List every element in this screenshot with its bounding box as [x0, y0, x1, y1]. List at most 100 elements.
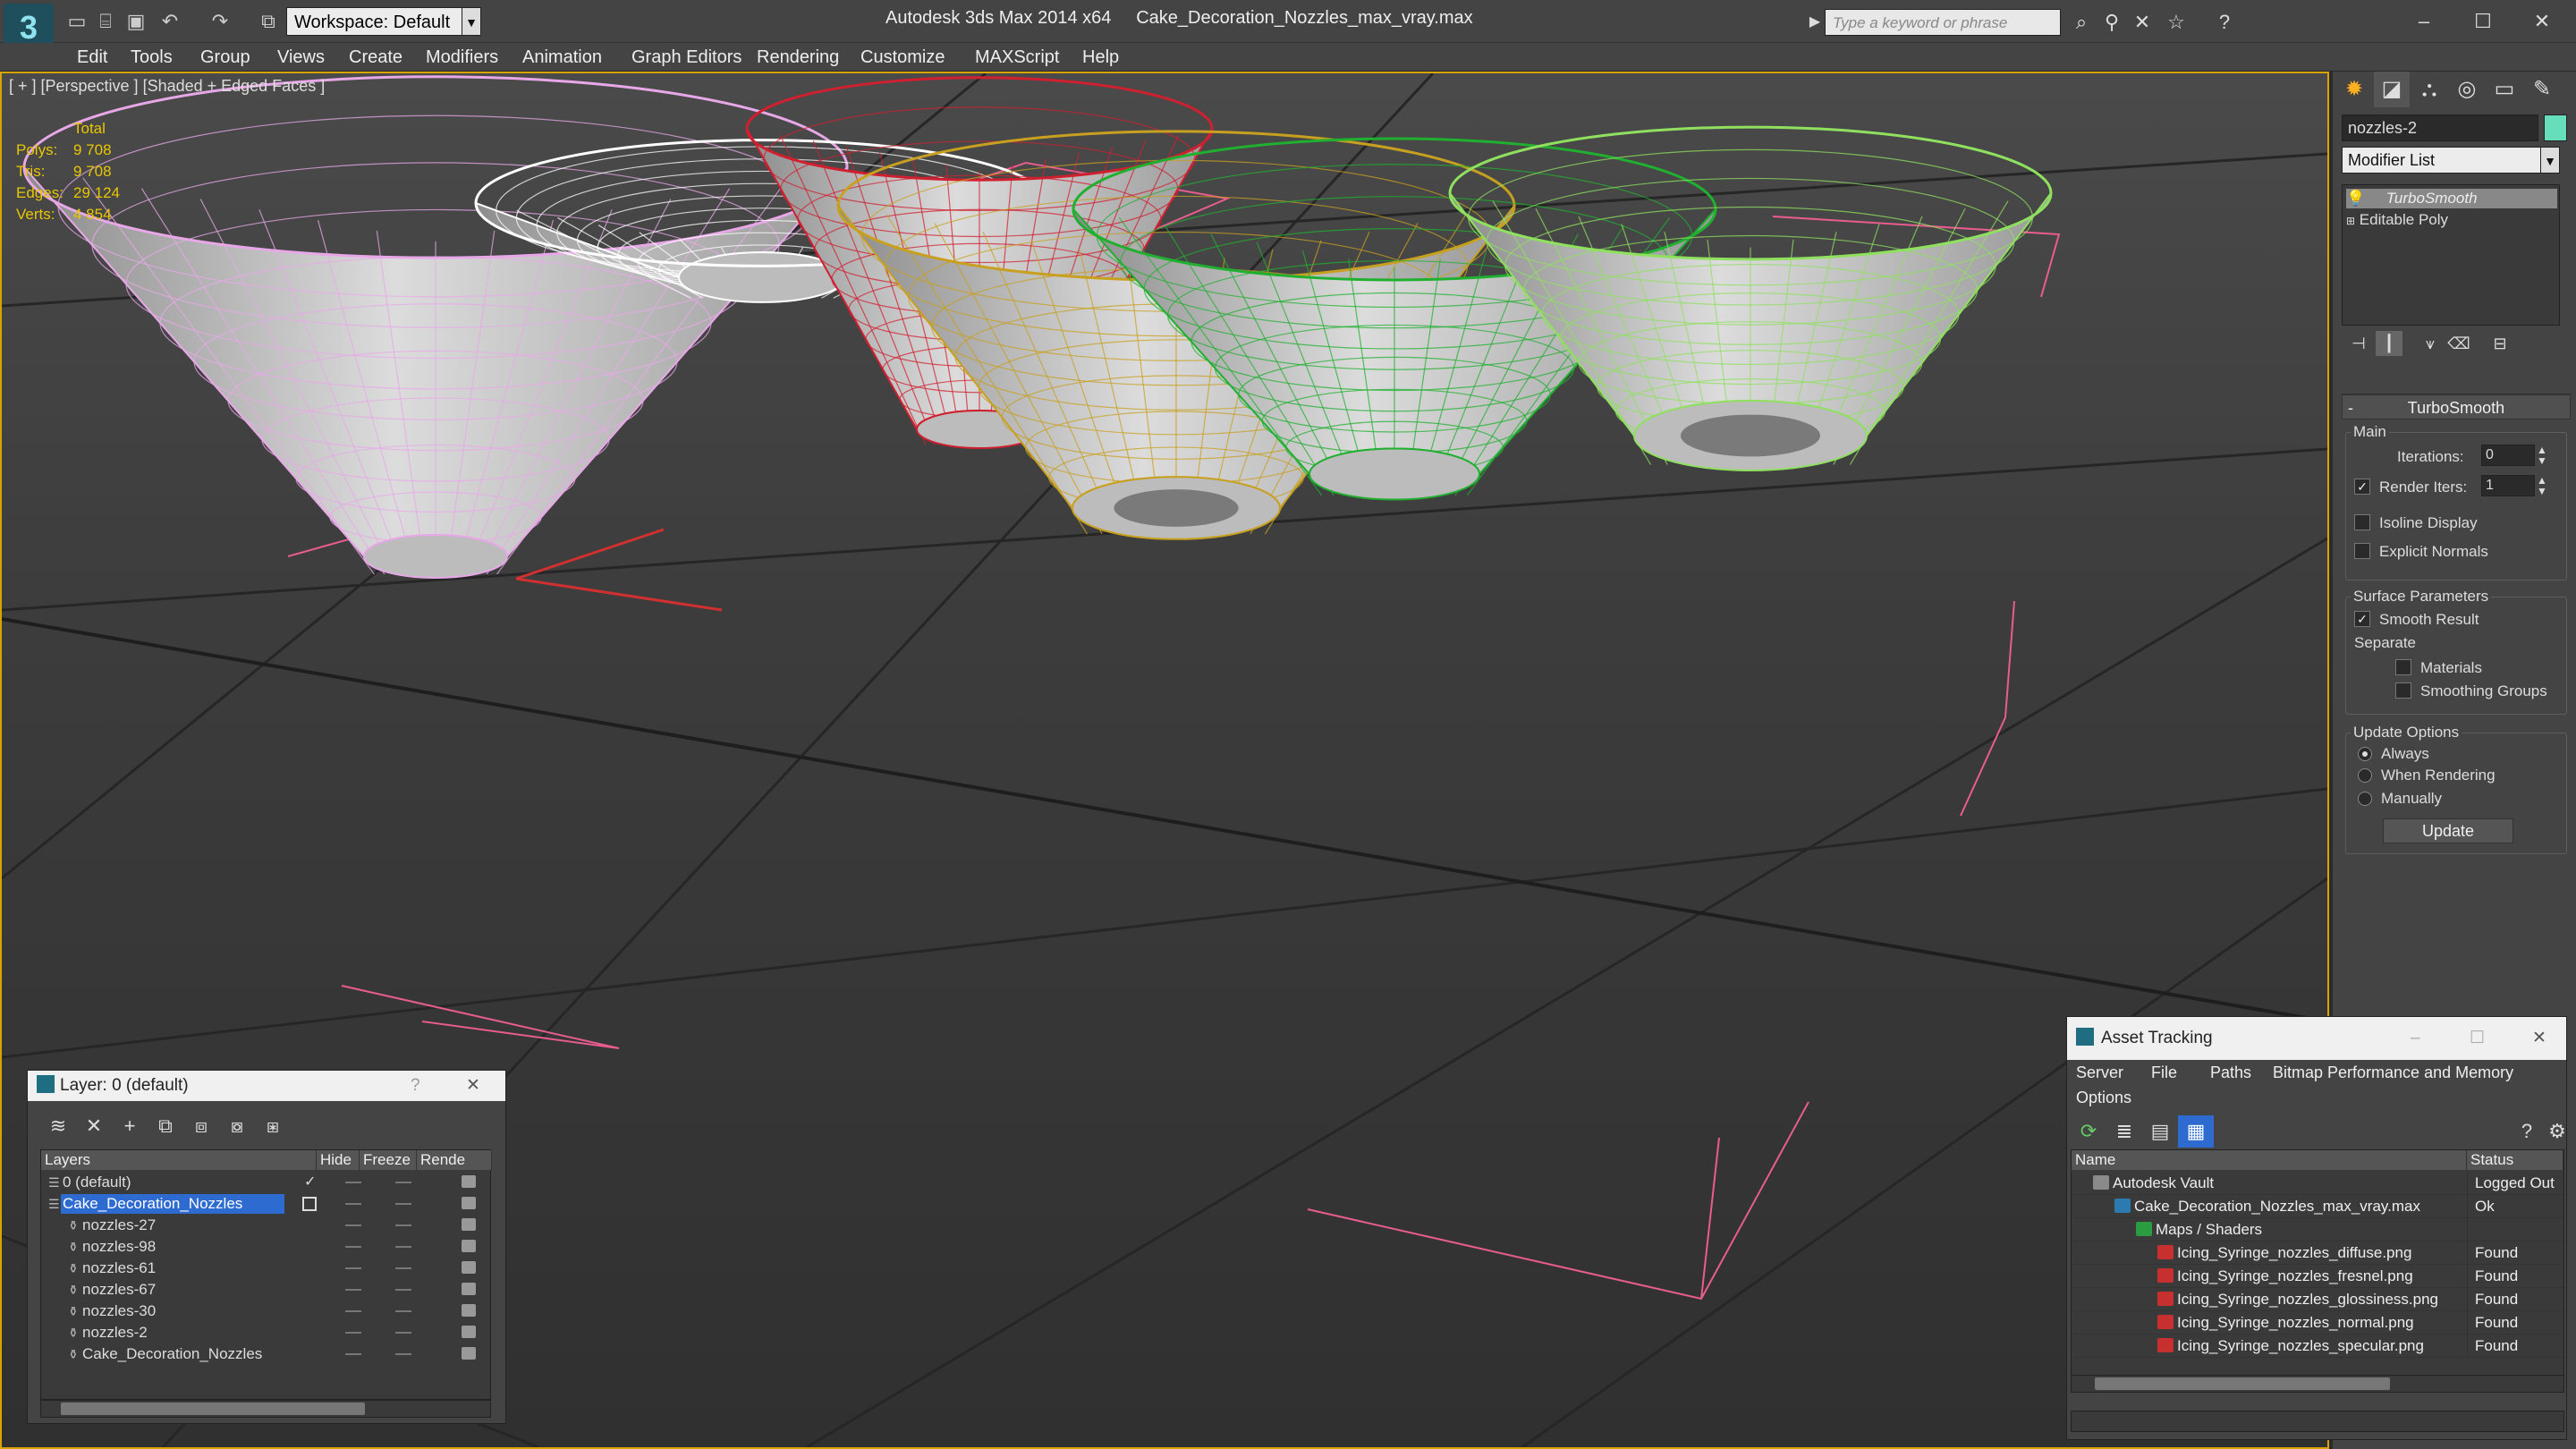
refresh-icon[interactable]: ⟳ [2071, 1115, 2106, 1148]
stack-item-turbosmooth[interactable]: 💡 TurboSmooth [2346, 189, 2557, 208]
menu-customize[interactable]: Customize [860, 43, 945, 72]
layer-name[interactable]: nozzles-2 [80, 1323, 149, 1343]
render-iters-checkbox[interactable]: ✓ [2354, 479, 2370, 495]
thumbnail-view-icon[interactable]: ▤ [2142, 1115, 2178, 1148]
freeze-toggle[interactable] [395, 1353, 411, 1355]
menu-animation[interactable]: Animation [522, 43, 602, 72]
col-freeze[interactable]: Freeze [360, 1150, 417, 1170]
expand-plus-icon[interactable]: ⊞ [2346, 215, 2355, 227]
pin-stack-icon[interactable]: ⊣ [2345, 331, 2372, 356]
communication-icon[interactable]: ✕ [2129, 9, 2156, 36]
render-teapot-icon[interactable] [462, 1175, 476, 1188]
smooth-result-checkbox[interactable]: ✓ [2354, 611, 2370, 627]
create-tab-sun-icon[interactable]: ✹ [2336, 72, 2372, 107]
search-input[interactable]: Type a keyword or phrase [1825, 9, 2061, 36]
layer-row[interactable]: ⚱ nozzles-2 [41, 1322, 490, 1343]
materials-checkbox[interactable] [2395, 659, 2411, 675]
manually-radio[interactable] [2358, 792, 2372, 806]
modifier-list-select[interactable]: Modifier List [2342, 147, 2560, 174]
explicit-normals-checkbox[interactable] [2354, 543, 2370, 559]
layer-name[interactable]: Cake_Decoration_Nozzles [80, 1344, 264, 1364]
modify-tab-icon[interactable]: ◪ [2374, 72, 2410, 107]
iterations-spinner[interactable]: 0 [2481, 445, 2535, 466]
smoothing-groups-checkbox[interactable] [2395, 682, 2411, 699]
spinner-arrows-icon[interactable]: ▲ ▼ [2537, 445, 2547, 466]
layer-row[interactable]: ⚱ nozzles-30 [41, 1301, 490, 1322]
asset-menu-options[interactable]: Options [2076, 1089, 2131, 1107]
layer-name[interactable]: 0 (default) [61, 1173, 133, 1192]
utilities-tab-wrench-icon[interactable]: ✎ [2524, 72, 2560, 107]
asset-menu-file[interactable]: File [2151, 1063, 2177, 1082]
delete-layer-icon[interactable]: ✕ [76, 1110, 112, 1142]
chevron-down-icon[interactable]: ▼ [2540, 147, 2560, 174]
undo-icon[interactable]: ↶ [157, 9, 182, 34]
menu-graph-editors[interactable]: Graph Editors [631, 43, 741, 72]
asset-row[interactable]: Cake_Decoration_Nozzles_max_vray.max Ok [2072, 1195, 2563, 1218]
menu-edit[interactable]: Edit [77, 43, 107, 72]
render-teapot-icon[interactable] [462, 1261, 476, 1274]
hide-toggle[interactable] [345, 1246, 361, 1248]
maximize-icon[interactable]: ☐ [2470, 1017, 2485, 1060]
asset-path-field[interactable] [2071, 1411, 2564, 1432]
settings-icon[interactable]: ⚙ [2539, 1115, 2575, 1148]
update-button[interactable]: Update [2383, 818, 2513, 843]
help-icon[interactable]: ? [411, 1071, 420, 1101]
hide-toggle[interactable] [345, 1310, 361, 1312]
redo-icon[interactable]: ↷ [208, 9, 233, 34]
layer-name[interactable]: nozzles-27 [80, 1216, 157, 1235]
make-unique-icon[interactable]: ⩛ [2417, 331, 2444, 356]
asset-row[interactable]: Icing_Syringe_nozzles_diffuse.png Found [2072, 1241, 2563, 1265]
asset-menu-server[interactable]: Server [2076, 1063, 2123, 1082]
open-file-icon[interactable]: ⌸ [93, 9, 118, 34]
object-color-swatch[interactable] [2544, 114, 2567, 141]
col-name[interactable]: Name [2072, 1150, 2467, 1170]
remove-modifier-icon[interactable]: ⌫ [2445, 331, 2472, 356]
close-icon[interactable]: ✕ [466, 1071, 480, 1101]
asset-row[interactable]: Maps / Shaders [2072, 1218, 2563, 1241]
layer-name[interactable]: nozzles-61 [80, 1258, 157, 1278]
hierarchy-tab-icon[interactable]: ⛬ [2411, 72, 2447, 107]
asset-row[interactable]: Icing_Syringe_nozzles_fresnel.png Found [2072, 1265, 2563, 1288]
layer-name[interactable]: Cake_Decoration_Nozzles [61, 1194, 284, 1214]
layer-row[interactable]: ⚱ nozzles-27 [41, 1215, 490, 1236]
spinner-arrows-icon[interactable]: ▲ ▼ [2537, 475, 2547, 496]
layers-icon[interactable]: ≋ [40, 1110, 76, 1142]
menu-maxscript[interactable]: MAXScript [975, 43, 1059, 72]
nozzle-nozzles-27[interactable] [22, 75, 849, 579]
highlight-layer-icon[interactable]: ⧈ [183, 1110, 219, 1142]
layer-name[interactable]: nozzles-98 [80, 1237, 157, 1257]
minimize-icon[interactable]: – [2411, 1017, 2420, 1060]
menu-group[interactable]: Group [200, 43, 250, 72]
freeze-toggle[interactable] [395, 1224, 411, 1226]
close-icon[interactable]: ✕ [2532, 1017, 2546, 1060]
hide-toggle[interactable] [345, 1224, 361, 1226]
subscription-icon[interactable]: ⚲ [2098, 9, 2125, 36]
col-hide[interactable]: Hide [317, 1150, 360, 1170]
menu-create[interactable]: Create [349, 43, 402, 72]
hide-toggle[interactable] [345, 1353, 361, 1355]
project-folder-icon[interactable]: ⧉ [256, 9, 281, 34]
always-radio[interactable] [2358, 747, 2372, 761]
menu-tools[interactable]: Tools [131, 43, 173, 72]
viewport-label[interactable]: [ + ] [Perspective ] [Shaded + Edged Fac… [9, 77, 325, 96]
hide-toggle[interactable] [345, 1267, 361, 1269]
render-teapot-icon[interactable] [462, 1218, 476, 1231]
chevron-down-icon[interactable]: ▼ [462, 7, 481, 36]
close-icon[interactable]: ✕ [2515, 5, 2569, 38]
scrollbar-thumb[interactable] [2095, 1377, 2390, 1390]
stack-item-editable-poly[interactable]: ⊞ Editable Poly [2346, 210, 2448, 230]
menu-modifiers[interactable]: Modifiers [426, 43, 498, 72]
isoline-display-checkbox[interactable] [2354, 514, 2370, 530]
object-name-field[interactable]: nozzles-2 [2342, 114, 2538, 141]
layer-row[interactable]: ☰ Cake_Decoration_Nozzles [41, 1193, 490, 1215]
freeze-toggle[interactable] [395, 1246, 411, 1248]
render-teapot-icon[interactable] [462, 1283, 476, 1295]
layer-row[interactable]: ☰ 0 (default) ✓ [41, 1172, 490, 1193]
layer-horizontal-scrollbar[interactable] [40, 1400, 491, 1418]
workspace-select[interactable]: Workspace: Default [286, 7, 481, 36]
asset-menu-paths[interactable]: Paths [2210, 1063, 2251, 1082]
freeze-all-icon[interactable]: ⧆ [255, 1110, 291, 1142]
asset-row[interactable]: Icing_Syringe_nozzles_glossiness.png Foun… [2072, 1288, 2563, 1311]
render-teapot-icon[interactable] [462, 1240, 476, 1252]
freeze-toggle[interactable] [395, 1310, 411, 1312]
